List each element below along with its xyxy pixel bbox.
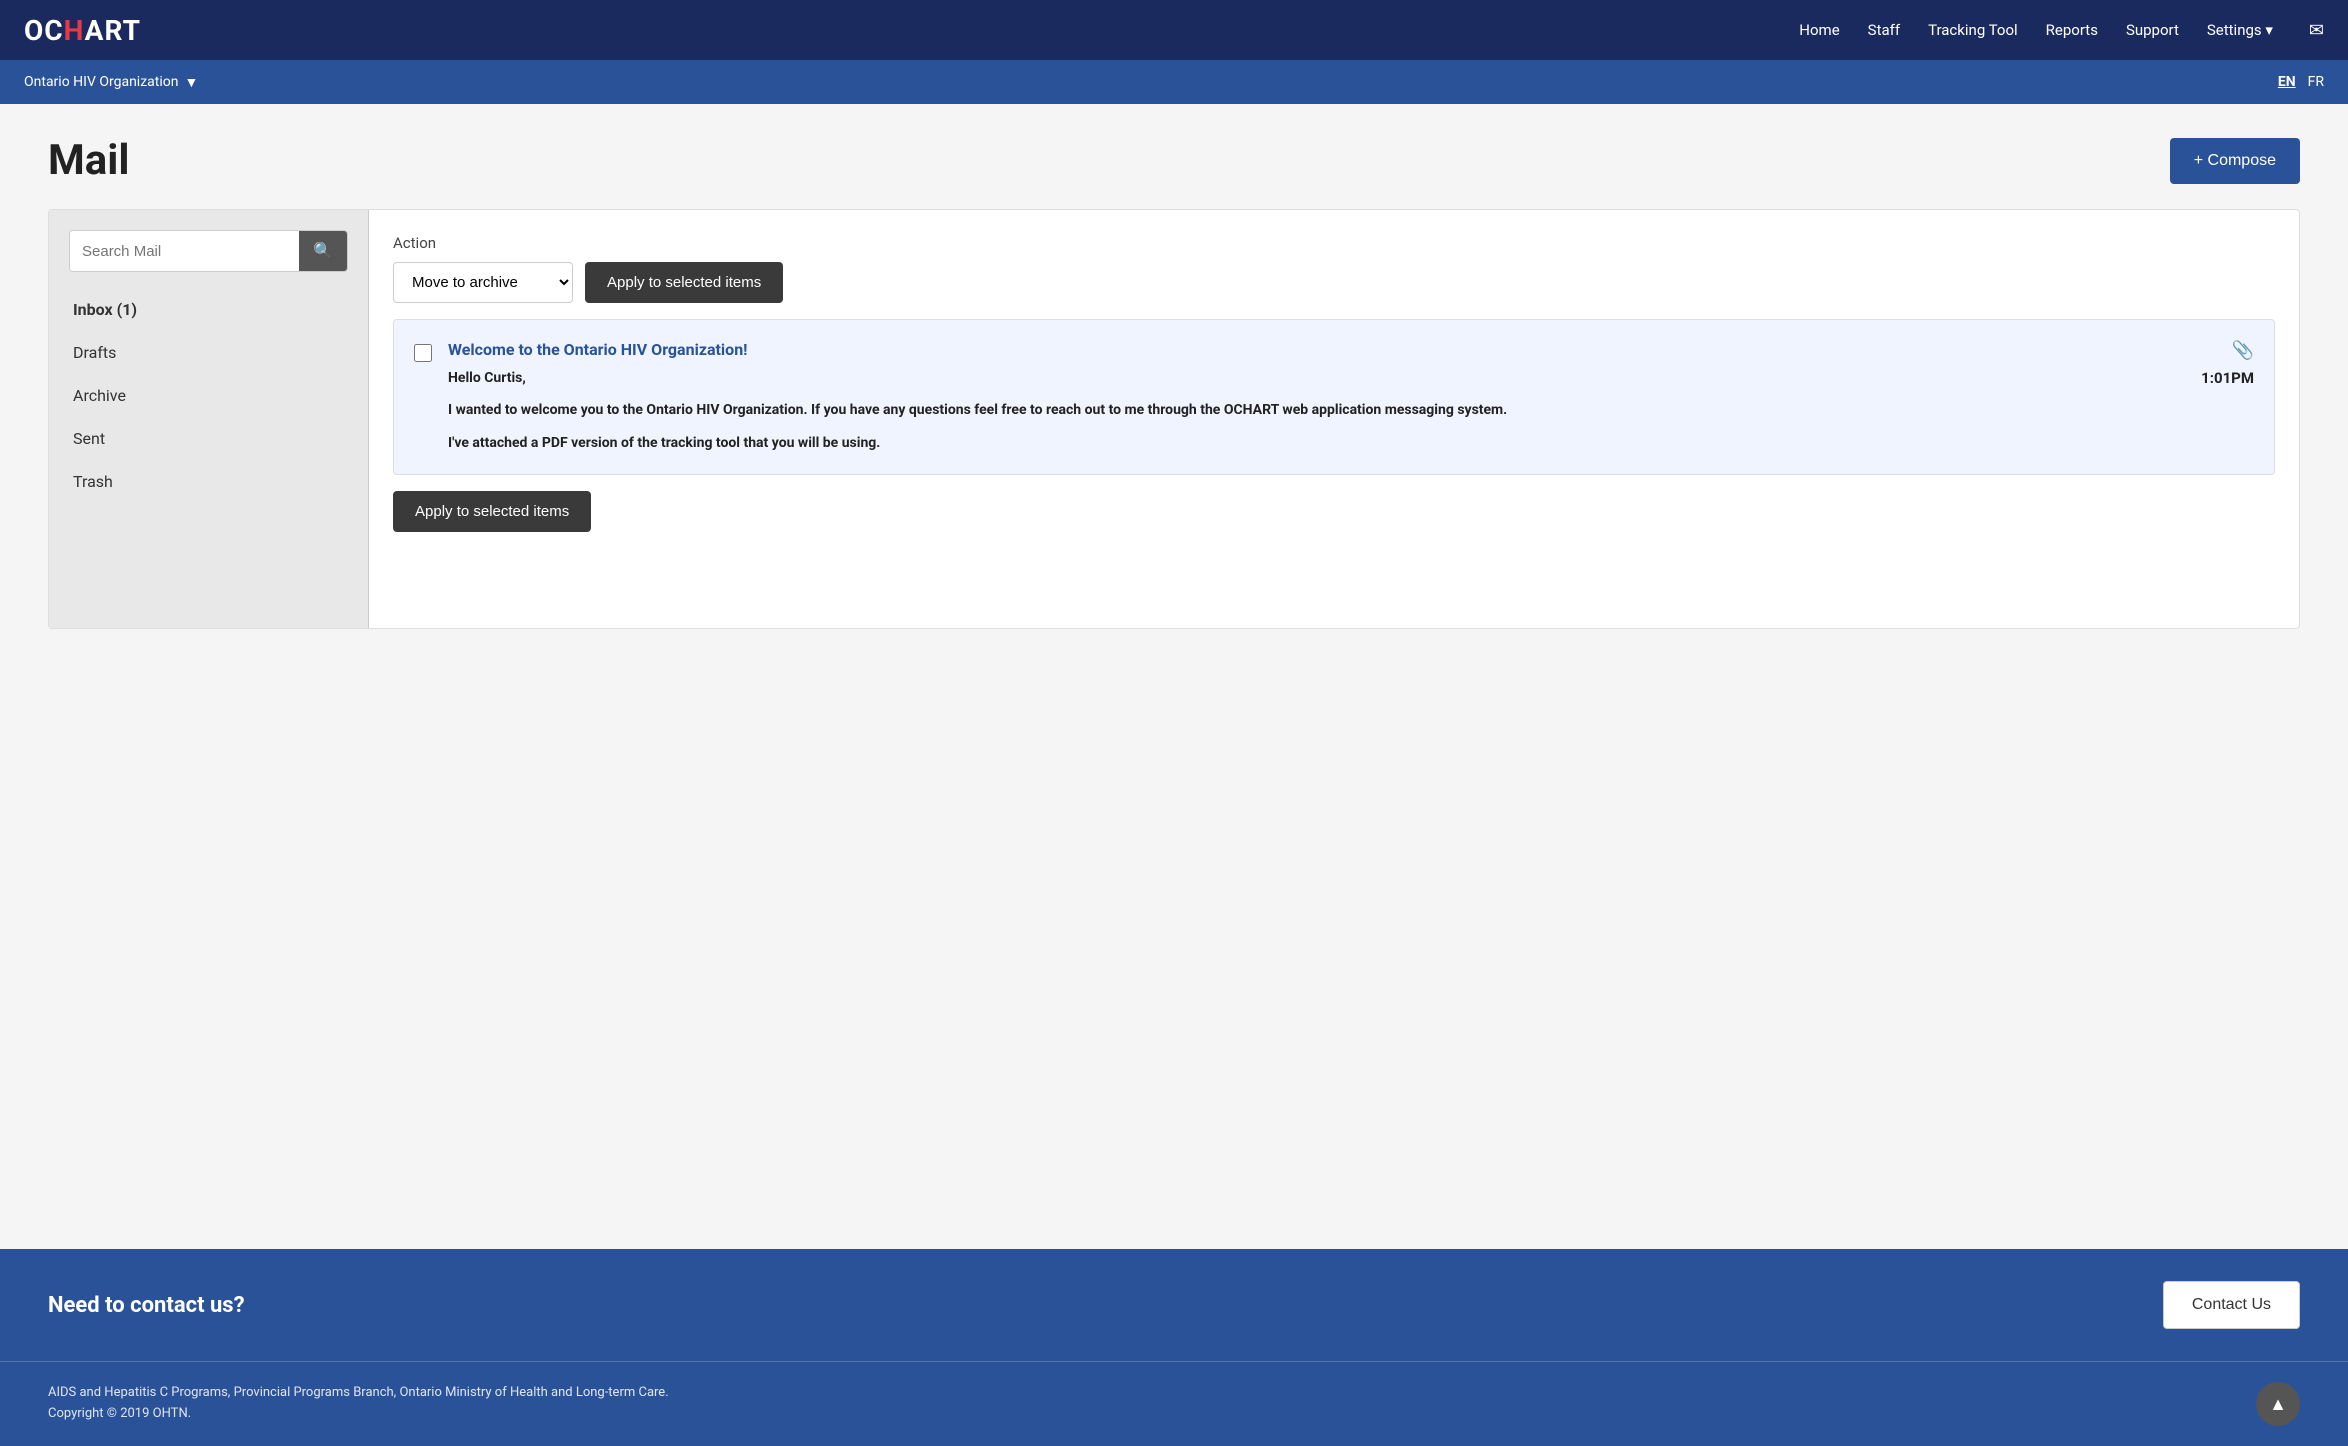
- email-checkbox[interactable]: [414, 344, 432, 362]
- footer-copy-line2: Copyright © 2019 OHTN.: [48, 1404, 669, 1425]
- email-item: Welcome to the Ontario HIV Organization!…: [393, 319, 2275, 475]
- contact-heading: Need to contact us?: [48, 1293, 245, 1318]
- top-nav: OCHART Home Staff Tracking Tool Reports …: [0, 0, 2348, 60]
- search-box: 🔍: [69, 230, 348, 272]
- nav-staff[interactable]: Staff: [1868, 21, 1900, 39]
- action-select[interactable]: Move to archive: [393, 262, 573, 303]
- search-input[interactable]: [70, 231, 299, 271]
- email-body-line2: I've attached a PDF version of the track…: [448, 432, 2158, 454]
- sidebar-item-trash[interactable]: Trash: [49, 460, 368, 503]
- sidebar-item-archive[interactable]: Archive: [49, 374, 368, 417]
- email-body-line1: I wanted to welcome you to the Ontario H…: [448, 399, 2158, 421]
- page-header: Mail + Compose: [48, 136, 2300, 185]
- sub-nav: Ontario HIV Organization ▼ EN FR: [0, 60, 2348, 104]
- org-selector[interactable]: Ontario HIV Organization ▼: [24, 74, 198, 91]
- logo-area: OCHART: [24, 14, 141, 47]
- scroll-top-button[interactable]: ▲: [2256, 1382, 2300, 1426]
- compose-button[interactable]: + Compose: [2170, 138, 2300, 184]
- lang-en[interactable]: EN: [2278, 74, 2296, 90]
- contact-us-button[interactable]: Contact Us: [2163, 1281, 2300, 1329]
- footer-copy-line1: AIDS and Hepatitis C Programs, Provincia…: [48, 1383, 669, 1404]
- apply-bottom-button[interactable]: Apply to selected items: [393, 491, 591, 532]
- email-subject[interactable]: Welcome to the Ontario HIV Organization!: [448, 340, 2158, 359]
- sidebar-item-inbox[interactable]: Inbox (1): [49, 288, 368, 331]
- email-greeting: Hello Curtis,: [448, 367, 2158, 389]
- apply-top-button[interactable]: Apply to selected items: [585, 262, 783, 303]
- page-title: Mail: [48, 136, 129, 185]
- nav-home[interactable]: Home: [1799, 21, 1839, 39]
- search-button[interactable]: 🔍: [299, 231, 347, 271]
- lang-switcher: EN FR: [2278, 74, 2324, 90]
- footer-contact: Need to contact us? Contact Us: [0, 1249, 2348, 1361]
- mail-container: 🔍 Inbox (1) Drafts Archive Sent Trash Ac…: [48, 209, 2300, 629]
- action-label: Action: [393, 234, 2275, 252]
- email-body: Welcome to the Ontario HIV Organization!…: [448, 340, 2158, 454]
- attachment-icon: 📎: [2232, 340, 2254, 361]
- main-content: Mail + Compose 🔍 Inbox (1) Drafts Archiv…: [0, 104, 2348, 1249]
- footer-bottom: AIDS and Hepatitis C Programs, Provincia…: [0, 1361, 2348, 1446]
- footer-copy: AIDS and Hepatitis C Programs, Provincia…: [48, 1383, 669, 1425]
- search-area: 🔍: [49, 230, 368, 288]
- nav-support[interactable]: Support: [2126, 21, 2179, 39]
- logo: OCHART: [24, 14, 141, 47]
- org-name: Ontario HIV Organization: [24, 74, 178, 90]
- action-bar-top: Action Move to archive Apply to selected…: [393, 234, 2275, 303]
- email-time: 1:01PM: [2201, 369, 2254, 387]
- mail-panel: Action Move to archive Apply to selected…: [369, 210, 2299, 628]
- envelope-icon[interactable]: ✉: [2309, 20, 2324, 41]
- nav-links: Home Staff Tracking Tool Reports Support…: [1799, 20, 2324, 41]
- nav-tracking-tool[interactable]: Tracking Tool: [1928, 21, 2018, 39]
- nav-settings[interactable]: Settings ▾: [2207, 21, 2273, 39]
- dropdown-arrow-icon: ▼: [184, 74, 198, 91]
- mail-sidebar: 🔍 Inbox (1) Drafts Archive Sent Trash: [49, 210, 369, 628]
- sidebar-item-drafts[interactable]: Drafts: [49, 331, 368, 374]
- action-controls: Move to archive Apply to selected items: [393, 262, 2275, 303]
- nav-reports[interactable]: Reports: [2046, 21, 2098, 39]
- email-meta: 📎 1:01PM: [2174, 340, 2254, 387]
- sidebar-item-sent[interactable]: Sent: [49, 417, 368, 460]
- lang-fr[interactable]: FR: [2308, 74, 2324, 90]
- search-icon: 🔍: [313, 243, 333, 260]
